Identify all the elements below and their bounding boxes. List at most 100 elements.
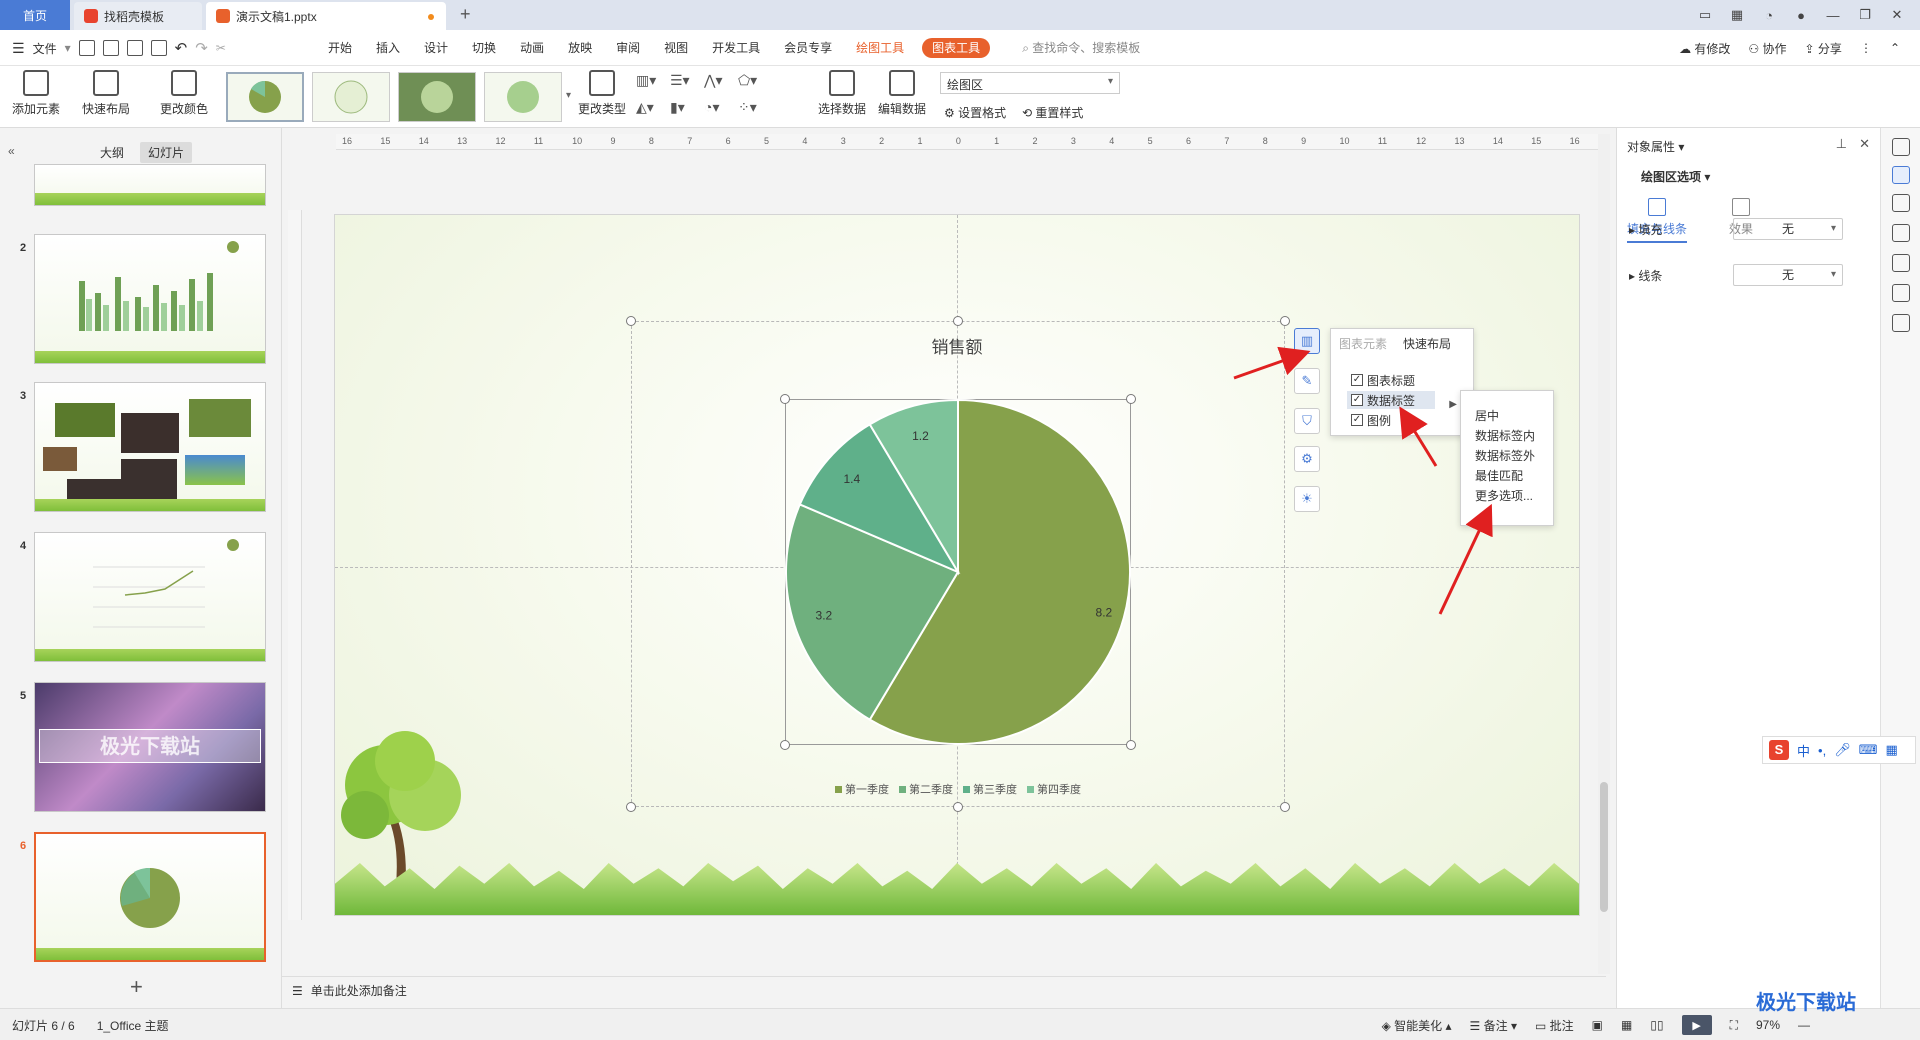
compass-icon[interactable] — [1892, 284, 1910, 302]
save-icon[interactable] — [78, 40, 95, 56]
option-chart-title[interactable]: ✓ 图表标题 — [1351, 371, 1415, 389]
tab-home[interactable]: 首页 — [0, 0, 70, 30]
play-button[interactable]: ▶ — [1681, 1015, 1712, 1035]
label-pos-outside[interactable]: 数据标签外 — [1475, 447, 1535, 464]
format-painter-icon[interactable]: ✂ — [216, 41, 226, 55]
bar-chart-icon[interactable]: ☰▾ — [670, 72, 704, 89]
label-pos-center[interactable]: 居中 — [1475, 407, 1499, 424]
notes-button[interactable]: ☰ 备注 ▾ — [1470, 1017, 1517, 1034]
slide-thumbnail-5[interactable]: 极光下载站 — [34, 682, 266, 812]
chart-style-2[interactable] — [312, 72, 390, 122]
add-element-button[interactable]: 添加元素 — [12, 70, 60, 117]
restore-icon[interactable]: ❐ — [1856, 7, 1874, 23]
legend-item-1[interactable]: 第一季度 — [835, 781, 889, 797]
normal-view-icon[interactable]: ▣ — [1592, 1018, 1603, 1032]
label-pos-inside[interactable]: 数据标签内 — [1475, 427, 1535, 444]
apps-icon[interactable]: ▦ — [1885, 742, 1897, 758]
copy-icon[interactable] — [1892, 224, 1910, 242]
edit-data-button[interactable]: 编辑数据 — [878, 70, 926, 117]
reset-style-button[interactable]: ⟲ 重置样式 — [1022, 104, 1083, 121]
chart-settings-button[interactable]: ⚙ — [1294, 446, 1320, 472]
keyboard-icon[interactable]: ⌨ — [1859, 742, 1878, 758]
pie-chart-icon[interactable]: ◔▾ — [704, 99, 738, 116]
export-pdf-icon[interactable] — [102, 40, 119, 56]
resize-handle[interactable] — [953, 316, 963, 326]
add-slide-button[interactable]: + — [130, 974, 143, 1000]
layout-icon[interactable]: ▭ — [1696, 7, 1714, 23]
pie-chart[interactable]: 8.2 3.2 1.4 1.2 — [785, 399, 1131, 745]
slide-thumbnail-3[interactable] — [34, 382, 266, 512]
minimize-icon[interactable]: — — [1824, 8, 1842, 23]
checkbox-checked-icon[interactable]: ✓ — [1351, 414, 1363, 426]
tab-member[interactable]: 会员专享 — [772, 30, 844, 66]
tab-design[interactable]: 设计 — [412, 30, 460, 66]
collab-button[interactable]: ⚇ 协作 — [1748, 40, 1786, 57]
set-format-button[interactable]: ⚙ 设置格式 — [944, 104, 1006, 121]
stock-chart-icon[interactable]: ▮▾ — [670, 99, 704, 116]
tab-view[interactable]: 视图 — [652, 30, 700, 66]
chart-style-3[interactable] — [398, 72, 476, 122]
zoom-out-button[interactable]: — — [1798, 1018, 1810, 1032]
slide-thumbnail-4[interactable] — [34, 532, 266, 662]
resize-handle[interactable] — [626, 316, 636, 326]
slide-canvas[interactable]: 销售额 8.2 3.2 1.4 1.2 第一季度 第二季度 第三季度 第四季度 — [334, 214, 1580, 916]
tab-transition[interactable]: 切换 — [460, 30, 508, 66]
quick-layout-button[interactable]: 快速布局 — [82, 70, 130, 117]
skin-icon[interactable]: ◔ — [1760, 8, 1778, 23]
area-chart-icon[interactable]: ◭▾ — [636, 99, 670, 116]
punctuation-icon[interactable]: •, — [1818, 743, 1826, 758]
slide-thumbnail-1[interactable] — [34, 164, 266, 206]
command-search[interactable]: ⌕ 查找命令、搜索模板 — [1010, 30, 1152, 66]
undo-icon[interactable]: ↶ — [175, 39, 188, 57]
data-label-4[interactable]: 1.2 — [912, 429, 929, 443]
select-data-button[interactable]: 选择数据 — [818, 70, 866, 117]
radar-chart-icon[interactable]: ⬠▾ — [738, 72, 772, 89]
reading-view-icon[interactable]: ▯▯ — [1650, 1018, 1663, 1032]
tab-document[interactable]: 演示文稿1.pptx — [206, 2, 446, 30]
chart-legend[interactable]: 第一季度 第二季度 第三季度 第四季度 — [835, 781, 1081, 797]
tab-template[interactable]: 找稻壳模板 — [74, 2, 202, 30]
notes-bar[interactable]: ☰ 单击此处添加备注 — [282, 976, 1606, 1004]
resize-handle[interactable] — [626, 802, 636, 812]
slide-thumbnail-2[interactable] — [34, 234, 266, 364]
star-icon[interactable] — [1892, 194, 1910, 212]
chart-title[interactable]: 销售额 — [875, 333, 1039, 358]
share-button[interactable]: ⇪ 分享 — [1805, 40, 1842, 57]
ime-toolbar[interactable]: S 中 •, 🎤︎ ⌨ ▦ — [1762, 736, 1916, 764]
line-chart-icon[interactable]: ⋀▾ — [704, 72, 738, 89]
pin-icon[interactable]: ⊥ — [1836, 136, 1847, 152]
preview-icon[interactable] — [150, 40, 167, 56]
tab-review[interactable]: 审阅 — [604, 30, 652, 66]
tab-slides[interactable]: 幻灯片 — [140, 142, 193, 163]
microphone-icon[interactable]: 🎤︎ — [1834, 742, 1851, 758]
data-label-2[interactable]: 3.2 — [816, 609, 833, 623]
tab-insert[interactable]: 插入 — [364, 30, 412, 66]
column-chart-icon[interactable]: ▥▾ — [636, 72, 670, 89]
avatar[interactable]: ● — [1792, 8, 1810, 23]
sorter-view-icon[interactable]: ▦ — [1621, 1018, 1632, 1032]
chart-tips-button[interactable]: ☀ — [1294, 486, 1320, 512]
resize-handle[interactable] — [1280, 802, 1290, 812]
fill-label[interactable]: ▸ 填充 — [1629, 221, 1729, 238]
grid-icon[interactable]: ▦ — [1728, 7, 1746, 23]
data-label-1[interactable]: 8.2 — [1096, 605, 1113, 619]
option-legend[interactable]: ✓ 图例 — [1351, 411, 1391, 429]
close-icon[interactable]: ✕ — [1888, 7, 1906, 23]
tab-chart-elements[interactable]: 图表元素 — [1331, 335, 1395, 352]
fit-window-icon[interactable]: ⛶ — [1730, 1018, 1738, 1033]
checkbox-checked-icon[interactable]: ✓ — [1351, 374, 1363, 386]
change-color-button[interactable]: 更改颜色 — [160, 70, 208, 117]
submenu-arrow-icon[interactable]: ▶ — [1449, 399, 1457, 410]
tab-slideshow[interactable]: 放映 — [556, 30, 604, 66]
comments-button[interactable]: ▭ 批注 — [1535, 1017, 1574, 1034]
file-menu[interactable]: 文件 — [33, 40, 57, 57]
tab-start[interactable]: 开始 — [316, 30, 364, 66]
plot-area-options-dropdown[interactable]: 绘图区选项 ▾ — [1641, 168, 1710, 185]
smart-beautify-button[interactable]: ◈ 智能美化 ▴ — [1382, 1017, 1452, 1034]
slide-thumbnail-6[interactable] — [34, 832, 266, 962]
canvas-scrollbar[interactable] — [1598, 134, 1610, 974]
close-icon[interactable]: ✕ — [1859, 136, 1870, 152]
data-label-3[interactable]: 1.4 — [843, 472, 860, 486]
book-icon[interactable] — [1892, 314, 1910, 332]
rocket-icon[interactable] — [1892, 138, 1910, 156]
